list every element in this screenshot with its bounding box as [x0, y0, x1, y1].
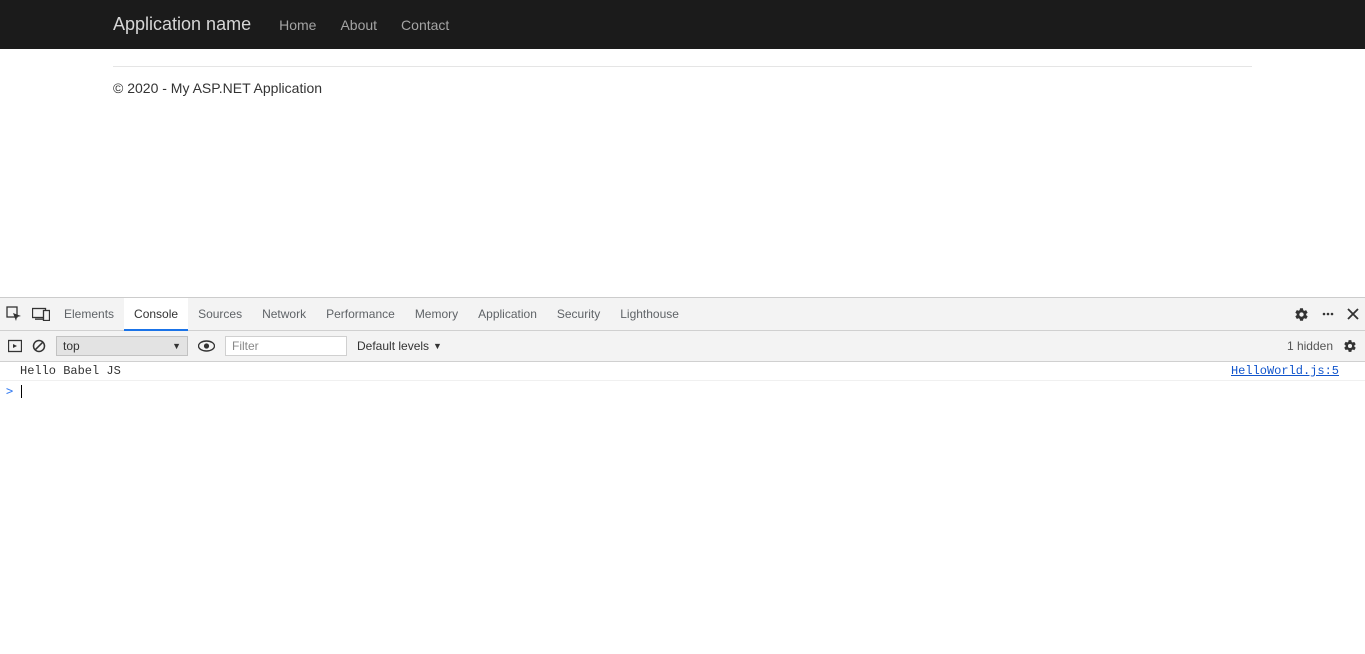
- tab-performance[interactable]: Performance: [316, 298, 405, 330]
- tab-application[interactable]: Application: [468, 298, 547, 330]
- nav-link-home[interactable]: Home: [279, 17, 316, 33]
- tab-lighthouse[interactable]: Lighthouse: [610, 298, 689, 330]
- toggle-sidebar-icon[interactable]: [8, 339, 22, 353]
- console-message-row: Hello Babel JS HelloWorld.js:5: [0, 362, 1365, 381]
- console-prompt[interactable]: >: [0, 381, 1365, 401]
- filter-input[interactable]: [225, 336, 347, 356]
- hidden-count-label: 1 hidden: [1287, 339, 1333, 353]
- tab-console[interactable]: Console: [124, 298, 188, 331]
- text-cursor: [21, 385, 22, 398]
- console-message-source-link[interactable]: HelloWorld.js:5: [1231, 364, 1339, 378]
- device-toolbar-icon[interactable]: [32, 307, 50, 321]
- console-message-text: Hello Babel JS: [20, 364, 1231, 378]
- chevron-down-icon: ▼: [172, 341, 181, 351]
- chevron-down-icon: ▼: [433, 341, 442, 351]
- navbar: Application name Home About Contact: [0, 0, 1365, 49]
- nav-link-contact[interactable]: Contact: [401, 17, 449, 33]
- page: Application name Home About Contact © 20…: [0, 0, 1365, 96]
- devtools-panel: Elements Console Sources Network Perform…: [0, 297, 1365, 654]
- clear-console-icon[interactable]: [32, 339, 46, 353]
- content-area: © 2020 - My ASP.NET Application: [0, 66, 1365, 96]
- prompt-caret-icon: >: [6, 384, 13, 398]
- context-selector-label: top: [63, 339, 80, 353]
- footer-text: © 2020 - My ASP.NET Application: [113, 80, 1252, 96]
- tab-elements[interactable]: Elements: [54, 298, 124, 330]
- tab-network[interactable]: Network: [252, 298, 316, 330]
- inspect-element-icon[interactable]: [6, 306, 22, 322]
- log-levels-label: Default levels: [357, 339, 429, 353]
- context-selector[interactable]: top ▼: [56, 336, 188, 356]
- brand-link[interactable]: Application name: [113, 14, 251, 35]
- tab-security[interactable]: Security: [547, 298, 610, 330]
- console-body: Hello Babel JS HelloWorld.js:5 >: [0, 362, 1365, 401]
- gear-icon[interactable]: [1294, 307, 1309, 322]
- nav-link-about[interactable]: About: [340, 17, 377, 33]
- tab-sources[interactable]: Sources: [188, 298, 252, 330]
- divider: [113, 66, 1252, 67]
- console-toolbar: top ▼ Default levels ▼ 1 hidden: [0, 331, 1365, 362]
- live-expression-icon[interactable]: [198, 340, 215, 352]
- more-icon[interactable]: [1321, 307, 1335, 321]
- devtools-tabstrip: Elements Console Sources Network Perform…: [0, 298, 1365, 331]
- tab-memory[interactable]: Memory: [405, 298, 468, 330]
- gear-icon[interactable]: [1343, 339, 1357, 353]
- close-icon[interactable]: [1347, 308, 1359, 320]
- log-levels-dropdown[interactable]: Default levels ▼: [357, 339, 442, 353]
